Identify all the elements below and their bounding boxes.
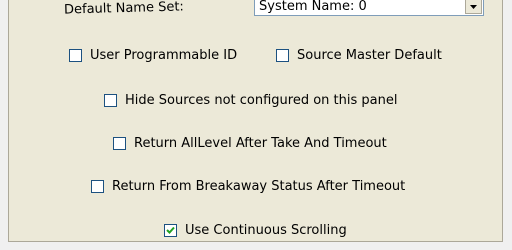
return-alllevel-checkbox[interactable] — [113, 137, 126, 150]
continuous-scrolling-checkbox[interactable] — [164, 224, 177, 237]
hide-sources-checkbox[interactable] — [104, 94, 117, 107]
user-programmable-id-label: User Programmable ID — [90, 48, 238, 63]
user-programmable-id-checkbox[interactable] — [69, 49, 82, 62]
return-breakaway-checkbox[interactable] — [91, 180, 104, 193]
continuous-scrolling-option[interactable]: Use Continuous Scrolling — [164, 223, 347, 238]
checkmark-icon — [166, 226, 175, 234]
return-breakaway-option[interactable]: Return From Breakaway Status After Timeo… — [91, 179, 405, 194]
continuous-scrolling-label: Use Continuous Scrolling — [185, 223, 347, 238]
return-alllevel-option[interactable]: Return AllLevel After Take And Timeout — [113, 136, 387, 151]
source-master-default-label: Source Master Default — [297, 48, 442, 63]
default-name-set-value: System Name: 0 — [259, 0, 367, 14]
default-name-set-label: Default Name Set: — [63, 0, 185, 18]
return-breakaway-label: Return From Breakaway Status After Timeo… — [112, 179, 406, 194]
default-name-set-dropdown[interactable]: System Name: 0 — [254, 0, 484, 16]
hide-sources-option[interactable]: Hide Sources not configured on this pane… — [104, 93, 397, 108]
chevron-down-icon[interactable] — [465, 0, 482, 14]
source-master-default-option[interactable]: Source Master Default — [276, 48, 442, 63]
source-master-default-checkbox[interactable] — [276, 49, 289, 62]
return-alllevel-label: Return AllLevel After Take And Timeout — [134, 136, 387, 151]
settings-panel: Default Name Set: System Name: 0 User Pr… — [8, 0, 503, 242]
hide-sources-label: Hide Sources not configured on this pane… — [125, 93, 398, 108]
user-programmable-id-option[interactable]: User Programmable ID — [69, 48, 237, 63]
